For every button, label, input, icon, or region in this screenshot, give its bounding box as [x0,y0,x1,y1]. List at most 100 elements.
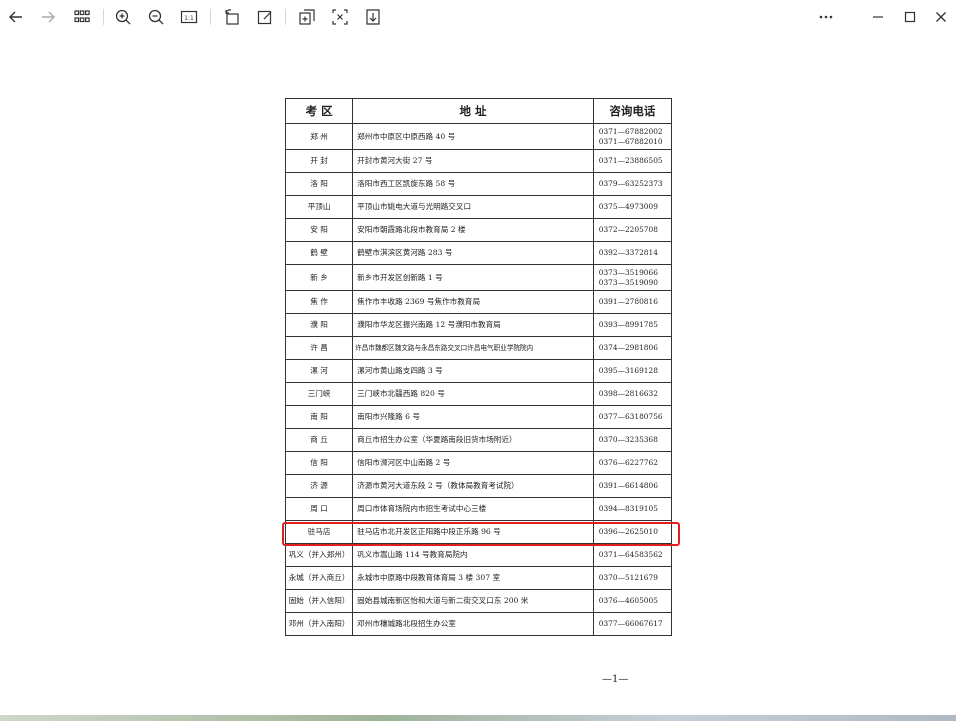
table-header-row: 考 区 地 址 咨询电话 [284,98,673,124]
phone-cell: 0372—2205708 [592,218,673,242]
area-cell: 商 丘 [284,428,354,452]
address-cell: 邓州市穰城路北段招生办公室 [352,612,594,636]
address-cell: 三门峡市北疆西路 820 号 [352,382,594,406]
area-cell: 濮 阳 [284,313,354,337]
thumbnails-icon[interactable] [70,5,94,29]
actual-size-button[interactable]: 1:1 [177,5,201,29]
phone-cell: 0375—4973009 [592,195,673,219]
phone-cell: 0377—63180756 [592,405,673,429]
area-cell: 新 乡 [284,264,354,291]
address-cell: 洛阳市西工区凯旋东路 58 号 [352,172,594,196]
header-area: 考 区 [284,98,354,124]
table-row: 许 昌 许昌市魏都区魏文路与永昌东路交叉口许昌电气职业学院院内 0374—298… [284,336,673,360]
address-cell: 漯河市黄山路支四路 3 号 [352,359,594,383]
table-row: 永城（并入商丘） 永城市中原路中段教育体育局 3 楼 307 室 0370—51… [284,566,673,590]
rotate-icon[interactable] [220,5,244,29]
address-cell: 平顶山市姚电大道与光明路交叉口 [352,195,594,219]
area-cell: 许 昌 [284,336,354,360]
phone-cell: 0376—4605005 [592,589,673,613]
table-row: 周 口 周口市体育场院内市招生考试中心三楼 0394—8319105 [284,497,673,521]
phone-cell: 0394—8319105 [592,497,673,521]
address-cell: 新乡市开发区创新路 1 号 [352,264,594,291]
address-cell: 信阳市浉河区中山南路 2 号 [352,451,594,475]
highlight-box [282,522,680,546]
phone-cell: 0377—66067617 [592,612,673,636]
phone-cell: 0379—63252373 [592,172,673,196]
area-cell: 三门峡 [284,382,354,406]
address-cell: 巩义市嵩山路 114 号教育局院内 [352,543,594,567]
area-cell: 漯 河 [284,359,354,383]
area-cell: 南 阳 [284,405,354,429]
zoom-out-icon[interactable] [144,5,168,29]
phone-cell: 0391—6614806 [592,474,673,498]
area-cell: 洛 阳 [284,172,354,196]
table-row: 信 阳 信阳市浉河区中山南路 2 号 0376—6227762 [284,451,673,475]
actual-size-label: 1:1 [184,15,194,22]
phone-cell: 0374—2981806 [592,336,673,360]
area-cell: 郑 州 [284,123,354,150]
address-cell: 济源市黄河大道东段 2 号（教体局教育考试院） [352,474,594,498]
page-number: —1— [602,674,629,685]
phone-cell: 0371—23886505 [592,149,673,173]
area-cell: 平顶山 [284,195,354,219]
table-row: 固始（并入信阳） 固始县城南新区怡和大道与新二街交叉口东 200 米 0376—… [284,589,673,613]
phone-cell: 0398—2816632 [592,382,673,406]
phone-cell: 0395—3169128 [592,359,673,383]
table-row: 邓州（并入南阳） 邓州市穰城路北段招生办公室 0377—66067617 [284,612,673,636]
table-row: 南 阳 南阳市兴隆路 6 号 0377—63180756 [284,405,673,429]
table-row: 平顶山 平顶山市姚电大道与光明路交叉口 0375—4973009 [284,195,673,219]
address-cell: 商丘市招生办公室（华夏路南段旧货市场附近） [352,428,594,452]
close-icon[interactable] [929,5,953,29]
phone-cell: 0371—67882002 0371—67882010 [592,123,673,150]
phone-cell: 0391—2780816 [592,290,673,314]
area-cell: 固始（并入信阳） [284,589,354,613]
fit-page-icon[interactable] [328,5,352,29]
more-options-icon[interactable] [814,5,838,29]
toolbar-divider [285,9,286,25]
header-phone: 咨询电话 [592,98,673,124]
area-cell: 巩义（并入郑州） [284,543,354,567]
area-cell: 鹤 壁 [284,241,354,265]
table-row: 洛 阳 洛阳市西工区凯旋东路 58 号 0379—63252373 [284,172,673,196]
edit-icon[interactable] [253,5,277,29]
table-row: 濮 阳 濮阳市华龙区振兴南路 12 号濮阳市教育局 0393—8991785 [284,313,673,337]
area-cell: 开 封 [284,149,354,173]
phone-number: 0371—67882002 [598,126,663,136]
address-cell: 焦作市丰收路 2369 号焦作市教育局 [352,290,594,314]
area-cell: 信 阳 [284,451,354,475]
bottom-edge [0,715,956,721]
address-cell: 安阳市朝霞路北段市教育局 2 楼 [352,218,594,242]
zoom-in-icon[interactable] [111,5,135,29]
address-cell: 鹤壁市淇滨区黄河路 283 号 [352,241,594,265]
area-cell: 邓州（并入南阳） [284,612,354,636]
address-cell: 周口市体育场院内市招生考试中心三楼 [352,497,594,521]
address-cell: 濮阳市华龙区振兴南路 12 号濮阳市教育局 [352,313,594,337]
back-arrow-icon[interactable] [4,5,28,29]
table-row: 三门峡 三门峡市北疆西路 820 号 0398—2816632 [284,382,673,406]
phone-cell: 0376—6227762 [592,451,673,475]
minimize-icon[interactable] [866,5,890,29]
phone-cell: 0392—3372814 [592,241,673,265]
phone-number: 0371—67882010 [598,136,663,146]
table-row: 漯 河 漯河市黄山路支四路 3 号 0395—3169128 [284,359,673,383]
table-row: 鹤 壁 鹤壁市淇滨区黄河路 283 号 0392—3372814 [284,241,673,265]
download-icon[interactable] [361,5,385,29]
table-row: 郑 州 郑州市中原区中原西路 40 号 0371—67882002 0371—67… [284,123,673,150]
phone-number: 0373—3519090 [598,277,658,287]
phone-number: 0373—3519066 [598,267,658,277]
phone-cell: 0373—3519066 0373—3519090 [592,264,673,291]
table-row: 开 封 开封市黄河大街 27 号 0371—23886505 [284,149,673,173]
phone-cell: 0393—8991785 [592,313,673,337]
forward-arrow-icon[interactable] [36,5,60,29]
phone-cell: 0370—3235368 [592,428,673,452]
viewer-toolbar: 1:1 [0,0,956,34]
table-row: 新 乡 新乡市开发区创新路 1 号 0373—3519066 0373—35190… [284,264,673,291]
address-cell: 郑州市中原区中原西路 40 号 [352,123,594,150]
address-cell: 许昌市魏都区魏文路与永昌东路交叉口许昌电气职业学院院内 [352,336,594,360]
toolbar-divider [210,9,211,25]
table-row: 商 丘 商丘市招生办公室（华夏路南段旧货市场附近） 0370—3235368 [284,428,673,452]
add-to-collection-icon[interactable] [295,5,319,29]
maximize-icon[interactable] [898,5,922,29]
exam-area-table: 考 区 地 址 咨询电话 郑 州 郑州市中原区中原西路 40 号 0371—67… [284,98,673,636]
table-row: 巩义（并入郑州） 巩义市嵩山路 114 号教育局院内 0371—64583562 [284,543,673,567]
